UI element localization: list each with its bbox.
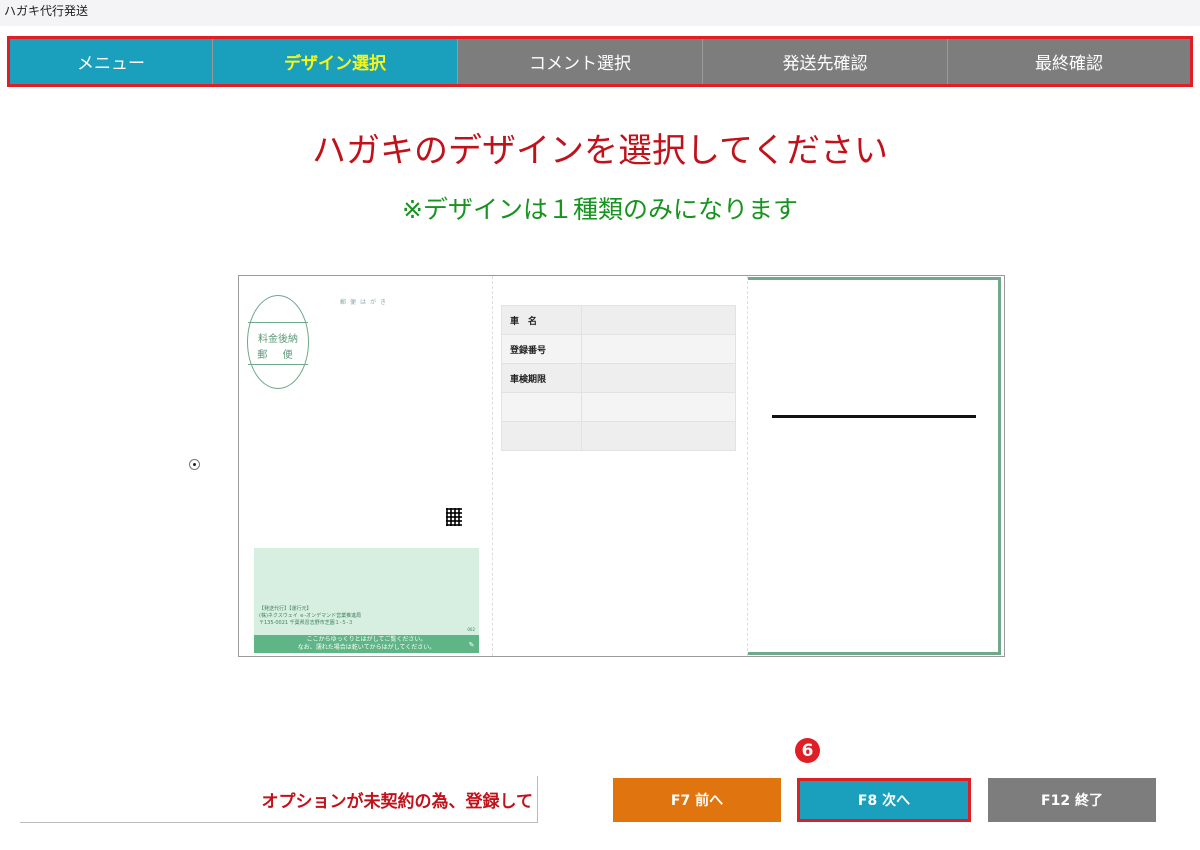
- fold-line: [492, 276, 493, 656]
- end-button[interactable]: F12 終了: [988, 778, 1156, 822]
- field-value: [581, 392, 736, 422]
- table-row: 車 名: [501, 305, 736, 335]
- table-row: 車検期限: [501, 363, 736, 393]
- peel-text-1: ここからゆっくりとはがしてご覧ください。: [306, 636, 427, 643]
- step-design-select[interactable]: デザイン選択: [213, 39, 458, 84]
- table-row: [501, 392, 736, 422]
- sender-address: 【発送代行】【運行元】 (株)ネクスウェイ ｅ-オンデマンド営業推進局 〒135…: [259, 606, 362, 626]
- field-value: [581, 363, 736, 393]
- step-marker-badge: 6: [795, 738, 820, 763]
- postage-stamp-mark: 料金後納 郵 便: [247, 295, 309, 389]
- prev-button[interactable]: F7 前へ: [613, 778, 781, 822]
- design-preview[interactable]: 郵便はがき 料金後納 郵 便 【発送代行】【運行元】 (株)ネクスウェイ ｅ-オ…: [238, 275, 1005, 657]
- stamp-text-1: 料金後納: [258, 334, 298, 345]
- page-heading: ハガキのデザインを選択してください: [312, 131, 888, 171]
- design-radio-button[interactable]: [189, 459, 200, 470]
- field-label: [501, 421, 582, 451]
- inner-panel-frame: [748, 277, 1001, 655]
- pencil-icon: ✎: [468, 641, 475, 649]
- status-message: オプションが未契約の為、登録して: [20, 776, 538, 823]
- window-title: ハガキ代行発送: [0, 0, 1200, 26]
- step-navigation: メニュー デザイン選択 コメント選択 発送先確認 最終確認: [7, 36, 1193, 87]
- design-number: 002: [467, 627, 475, 632]
- step-destination-confirm[interactable]: 発送先確認: [703, 39, 948, 84]
- field-value: [581, 305, 736, 335]
- step-final-confirm[interactable]: 最終確認: [948, 39, 1190, 84]
- divider-line: [772, 415, 976, 418]
- page-subheading: ※デザインは１種類のみになります: [402, 195, 798, 224]
- peel-text-2: なお、濡れた場合は乾いてからはがしてください。: [297, 644, 436, 651]
- field-label: 車検期限: [501, 363, 582, 393]
- table-row: 登録番号: [501, 334, 736, 364]
- peel-seal-area: 【発送代行】【運行元】 (株)ネクスウェイ ｅ-オンデマンド営業推進局 〒135…: [254, 548, 479, 653]
- vehicle-info-table: 車 名 登録番号 車検期限: [501, 305, 736, 451]
- field-value: [581, 421, 736, 451]
- table-row: [501, 421, 736, 451]
- next-button[interactable]: F8 次へ: [797, 778, 971, 822]
- step-menu[interactable]: メニュー: [10, 39, 213, 84]
- postcard-front-panel: 郵便はがき 料金後納 郵 便 【発送代行】【運行元】 (株)ネクスウェイ ｅ-オ…: [239, 276, 493, 656]
- field-value: [581, 334, 736, 364]
- postcard-label: 郵便はがき: [340, 299, 391, 306]
- step-comment-select[interactable]: コメント選択: [458, 39, 703, 84]
- field-label: [501, 392, 582, 422]
- qr-code-icon: [446, 508, 462, 526]
- stamp-text-2: 郵 便: [257, 350, 299, 361]
- field-label: 登録番号: [501, 334, 582, 364]
- peel-instructions: ここからゆっくりとはがしてご覧ください。 なお、濡れた場合は乾いてからはがしてく…: [254, 635, 479, 653]
- field-label: 車 名: [501, 305, 582, 335]
